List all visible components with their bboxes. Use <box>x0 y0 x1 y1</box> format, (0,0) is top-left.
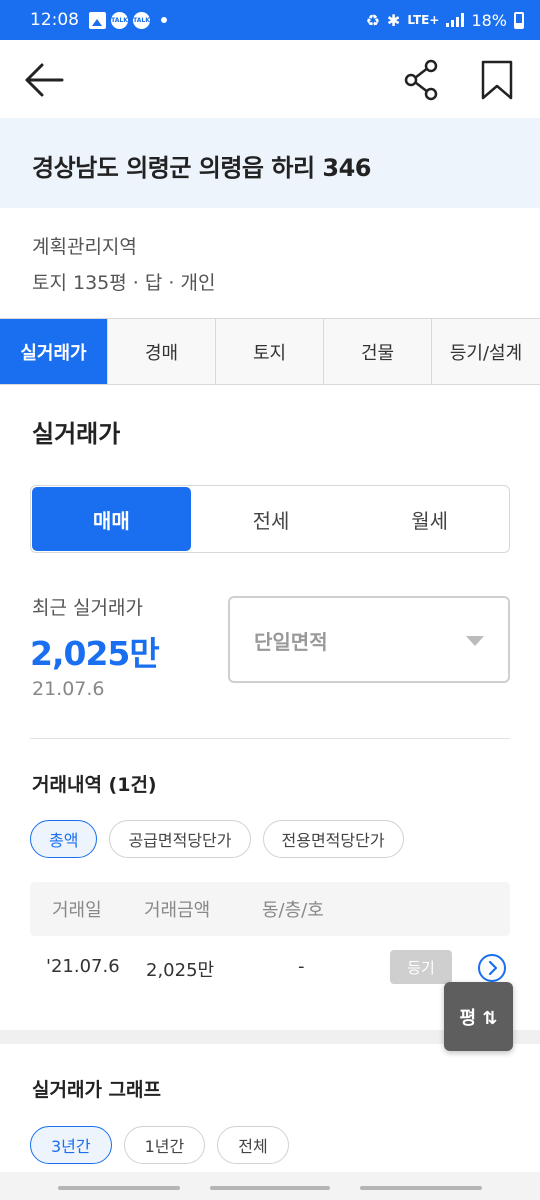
arrow-left-icon <box>25 63 64 97</box>
status-bar: 12:08 TALK TALK ♻ ✱ LTE+ 18% <box>0 0 540 40</box>
filter-exclusive-area-unit-price[interactable]: 전용면적당단가 <box>262 820 404 858</box>
back-button[interactable] <box>18 58 70 102</box>
talk-notification-icon-2: TALK <box>133 11 150 29</box>
share-button[interactable] <box>400 58 446 102</box>
column-header-amount: 거래금액 <box>144 900 211 921</box>
unit-toggle-button[interactable]: 평 ⇅ <box>444 982 513 1051</box>
period-3-years[interactable]: 3년간 <box>30 1126 112 1164</box>
recent-price-label: 최근 실거래가 <box>32 597 143 619</box>
row-amount: 2,025만 <box>146 960 215 981</box>
deal-type-sale[interactable]: 매매 <box>32 487 191 551</box>
battery-icon <box>514 11 524 29</box>
period-1-year[interactable]: 1년간 <box>123 1126 206 1164</box>
history-title: 거래내역 (1건) <box>32 774 157 796</box>
status-indicators: ♻ ✱ LTE+ 18% <box>366 11 524 30</box>
row-unit: - <box>298 956 305 977</box>
talk-notification-icon: TALK <box>111 11 128 29</box>
deal-type-segment: 매매 전세 월세 <box>30 485 510 553</box>
divider <box>30 738 510 739</box>
graph-title: 실거래가 그래프 <box>32 1079 161 1101</box>
signal-icon <box>446 13 465 27</box>
table-row[interactable]: '21.07.6 2,025만 - 등기 <box>30 946 510 990</box>
gallery-notification-icon <box>89 11 106 29</box>
zoning-label: 계획관리지역 <box>32 236 137 258</box>
property-address: 경상남도 의령군 의령읍 하리 346 <box>32 154 371 182</box>
price-basis-filters: 총액 공급면적당단가 전용면적당단가 <box>30 820 404 858</box>
clock: 12:08 <box>30 10 79 30</box>
detail-tabs: 실거래가 경매 토지 건물 등기/설계 <box>0 318 540 385</box>
nav-back-handle[interactable] <box>360 1186 482 1190</box>
network-type: LTE+ <box>407 13 440 27</box>
tab-registry-design[interactable]: 등기/설계 <box>432 319 540 384</box>
section-title: 실거래가 <box>32 420 121 448</box>
nav-home-handle[interactable] <box>210 1186 330 1190</box>
deal-type-jeonse[interactable]: 전세 <box>192 486 351 552</box>
share-icon <box>404 59 438 101</box>
nav-recents-handle[interactable] <box>58 1186 180 1190</box>
chevron-right-icon <box>488 960 498 976</box>
tab-real-price[interactable]: 실거래가 <box>0 319 108 384</box>
system-nav-bar <box>0 1172 540 1200</box>
app-header <box>0 40 540 118</box>
battery-level: 18% <box>471 10 507 30</box>
bookmark-icon <box>481 60 513 100</box>
graph-period-filters: 3년간 1년간 전체 <box>30 1126 289 1164</box>
row-date: '21.07.6 <box>46 956 120 977</box>
address-panel: 경상남도 의령군 의령읍 하리 346 <box>0 118 540 208</box>
recent-price-value: 2,025만 <box>30 634 160 673</box>
tab-building[interactable]: 건물 <box>324 319 432 384</box>
period-all[interactable]: 전체 <box>217 1126 289 1164</box>
deal-type-monthly[interactable]: 월세 <box>350 486 509 552</box>
area-select-dropdown[interactable]: 단일면적 <box>228 596 510 683</box>
property-summary: 토지 135평 · 답 · 개인 <box>32 272 216 294</box>
recent-price-date: 21.07.6 <box>32 678 105 700</box>
registry-badge[interactable]: 등기 <box>390 950 452 984</box>
bookmark-button[interactable] <box>474 58 520 102</box>
column-header-unit: 동/층/호 <box>262 900 324 921</box>
column-header-date: 거래일 <box>52 900 102 921</box>
bluetooth-icon: ✱ <box>386 10 401 30</box>
filter-supply-area-unit-price[interactable]: 공급면적당단가 <box>109 820 251 858</box>
filter-total[interactable]: 총액 <box>30 820 98 858</box>
recycle-icon: ♻ <box>365 10 380 30</box>
history-table-header: 거래일 거래금액 동/층/호 <box>30 882 510 936</box>
chevron-down-icon <box>466 636 484 646</box>
tab-auction[interactable]: 경매 <box>108 319 216 384</box>
row-detail-button[interactable] <box>478 954 506 982</box>
tab-land[interactable]: 토지 <box>216 319 324 384</box>
more-notifications-icon <box>161 17 167 23</box>
area-select-value: 단일면적 <box>254 630 328 654</box>
